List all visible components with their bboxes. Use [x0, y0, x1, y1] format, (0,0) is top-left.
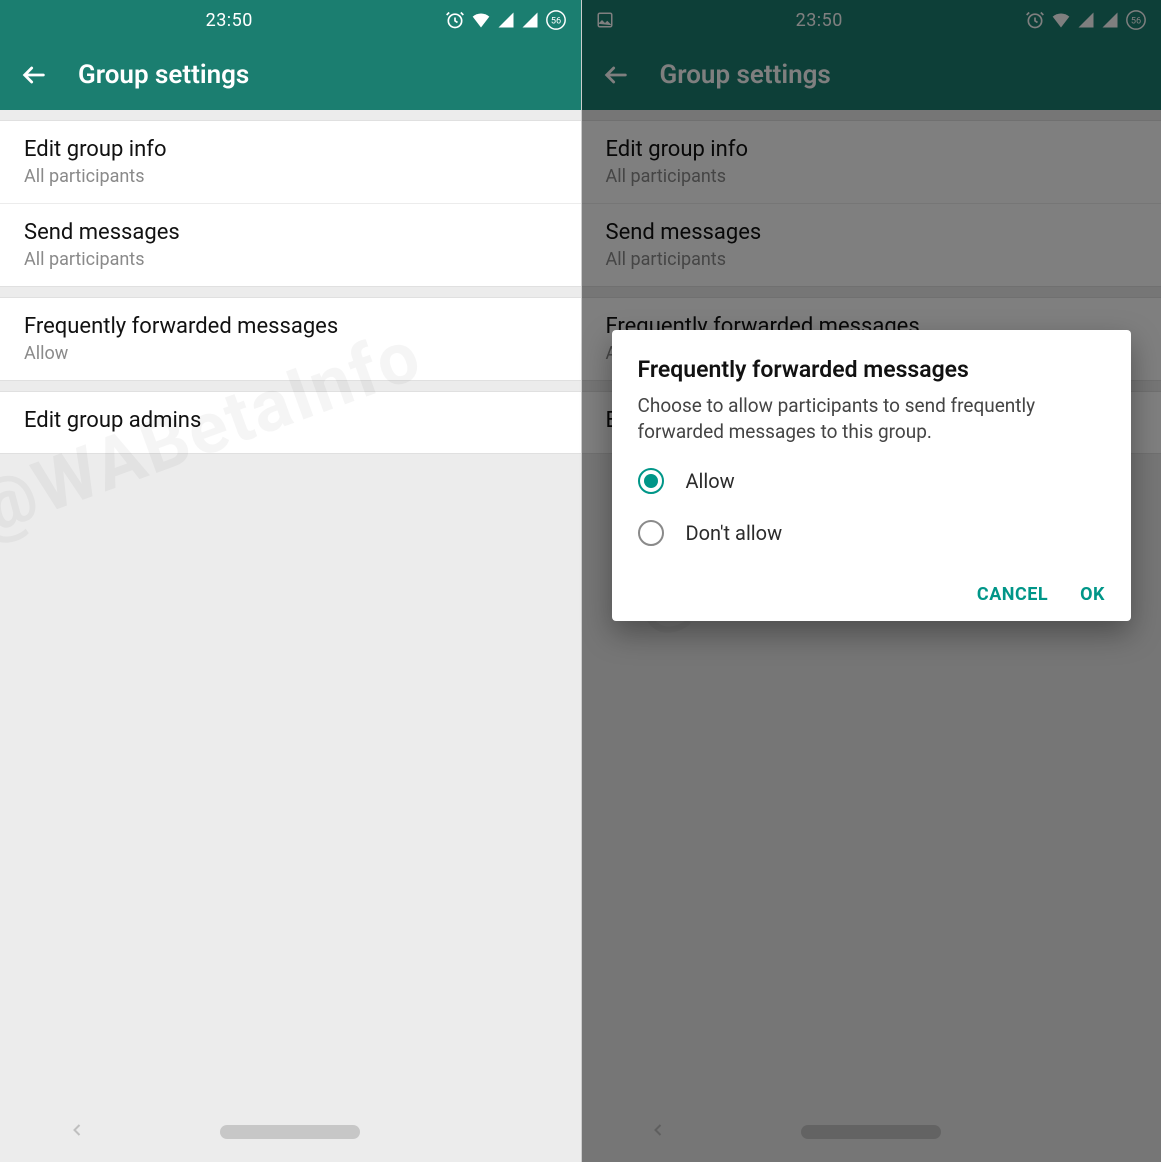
- nav-home-pill[interactable]: [220, 1125, 360, 1139]
- setting-title: Edit group admins: [24, 408, 557, 433]
- setting-edit-group-info[interactable]: Edit group info All participants: [0, 121, 581, 203]
- ok-button[interactable]: OK: [1080, 584, 1105, 605]
- settings-group-a: Edit group info All participants Send me…: [0, 120, 581, 287]
- radio-option-dont-allow[interactable]: Don't allow: [638, 520, 1106, 546]
- setting-send-messages[interactable]: Send messages All participants: [0, 203, 581, 286]
- setting-title: Send messages: [24, 220, 557, 245]
- status-bar: 23:50 56: [0, 0, 581, 40]
- setting-edit-group-admins[interactable]: Edit group admins: [0, 392, 581, 453]
- settings-content: @WABetaInfo Edit group info All particip…: [0, 110, 581, 1102]
- setting-title: Edit group info: [24, 137, 557, 162]
- radio-icon: [638, 468, 664, 494]
- battery-icon: 56: [545, 9, 567, 31]
- settings-group-c: Edit group admins: [0, 391, 581, 454]
- dialog-description: Choose to allow participants to send fre…: [638, 393, 1106, 444]
- signal-icon-2: [521, 11, 539, 29]
- system-nav-bar: [0, 1102, 581, 1162]
- app-bar: Group settings: [0, 40, 581, 110]
- back-button[interactable]: [20, 61, 48, 89]
- signal-icon-1: [497, 11, 515, 29]
- setting-title: Frequently forwarded messages: [24, 314, 557, 339]
- nav-back-icon[interactable]: [67, 1120, 87, 1144]
- cancel-button[interactable]: CANCEL: [977, 584, 1048, 605]
- radio-icon: [638, 520, 664, 546]
- radio-label: Allow: [686, 469, 735, 493]
- frequently-forwarded-dialog: Frequently forwarded messages Choose to …: [612, 330, 1132, 621]
- setting-subtitle: All participants: [24, 249, 557, 270]
- page-title: Group settings: [78, 60, 249, 90]
- setting-frequently-forwarded[interactable]: Frequently forwarded messages Allow: [0, 298, 581, 380]
- setting-subtitle: Allow: [24, 343, 557, 364]
- dialog-title: Frequently forwarded messages: [638, 356, 1106, 383]
- svg-text:56: 56: [550, 17, 560, 27]
- wifi-icon: [471, 10, 491, 30]
- alarm-icon: [445, 10, 465, 30]
- radio-option-allow[interactable]: Allow: [638, 468, 1106, 494]
- status-time: 23:50: [14, 10, 445, 31]
- radio-label: Don't allow: [686, 521, 783, 545]
- phone-left: 23:50 56 Group settings @WABetaInfo Edit…: [0, 0, 581, 1162]
- dialog-actions: CANCEL OK: [638, 572, 1106, 605]
- setting-subtitle: All participants: [24, 166, 557, 187]
- settings-group-b: Frequently forwarded messages Allow: [0, 297, 581, 381]
- status-icons: 56: [445, 9, 567, 31]
- phone-right: 23:50 56 Group settings @WABetaInfo Edit…: [581, 0, 1161, 1162]
